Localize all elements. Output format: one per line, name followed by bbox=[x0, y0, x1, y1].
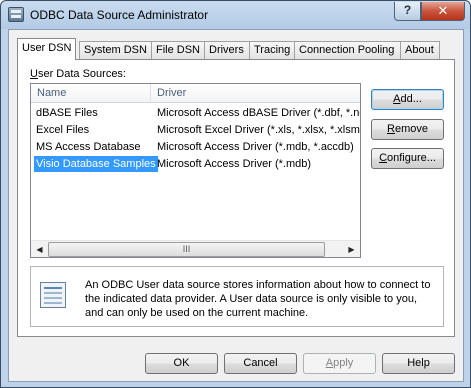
list-item-name: MS Access Database bbox=[36, 141, 141, 153]
scrollbar-grip-icon: III bbox=[182, 244, 191, 254]
user-dsn-panel: User Data Sources: Name Driver dBASE Fil… bbox=[17, 59, 455, 337]
user-data-sources-list[interactable]: Name Driver dBASE Files Microsoft Access… bbox=[30, 83, 361, 258]
configure-label: onfigure... bbox=[387, 152, 436, 164]
list-item-driver: Microsoft Excel Driver (*.xls, *.xlsx, *… bbox=[157, 124, 360, 136]
tab-user-dsn[interactable]: User DSN bbox=[17, 38, 76, 60]
list-item-driver: Microsoft Access dBASE Driver (*.dbf, *.… bbox=[157, 107, 360, 119]
odbc-dialog-window: ODBC Data Source Administrator ? ✕ User … bbox=[0, 0, 471, 388]
list-item-driver: Microsoft Access Driver (*.mdb) bbox=[157, 158, 312, 170]
tab-connection-pooling[interactable]: Connection Pooling bbox=[294, 41, 401, 59]
title-bar[interactable]: ODBC Data Source Administrator ? ✕ bbox=[1, 1, 470, 29]
label-text: ser Data Sources: bbox=[37, 68, 126, 80]
tab-file-dsn[interactable]: File DSN bbox=[151, 41, 205, 59]
add-label: dd... bbox=[400, 93, 422, 105]
apply-access-key: A bbox=[325, 357, 334, 369]
info-box: An ODBC User data source stores informat… bbox=[30, 266, 444, 327]
list-item-driver: Microsoft Access Driver (*.mdb, *.accdb) bbox=[157, 141, 354, 153]
scroll-right-arrow-icon[interactable]: ▶ bbox=[343, 241, 360, 257]
window-title: ODBC Data Source Administrator bbox=[30, 8, 209, 22]
scrollbar-thumb[interactable]: III bbox=[48, 242, 325, 257]
list-item-name: Excel Files bbox=[36, 124, 90, 136]
cancel-button[interactable]: Cancel bbox=[224, 353, 297, 374]
data-source-info-icon bbox=[40, 282, 66, 308]
list-item[interactable]: MS Access Database Microsoft Access Driv… bbox=[31, 139, 360, 155]
apply-label: pply bbox=[333, 357, 354, 369]
list-item-selected[interactable]: Visio Database Samples Microsoft Access … bbox=[31, 156, 360, 172]
ok-button[interactable]: OK bbox=[145, 353, 218, 374]
user-data-sources-label: User Data Sources: bbox=[30, 68, 126, 80]
dialog-client-area: User DSN System DSN File DSN Drivers Tra… bbox=[8, 29, 464, 382]
column-header-driver[interactable]: Driver bbox=[151, 84, 360, 103]
list-header: Name Driver bbox=[31, 84, 360, 103]
odbc-app-icon bbox=[8, 7, 24, 22]
remove-access-key: R bbox=[387, 123, 395, 135]
list-item-name: dBASE Files bbox=[36, 107, 98, 119]
tab-system-dsn[interactable]: System DSN bbox=[79, 41, 152, 59]
remove-label: emove bbox=[394, 123, 428, 135]
tab-about[interactable]: About bbox=[400, 41, 440, 59]
apply-button[interactable]: Apply bbox=[303, 353, 376, 374]
close-button[interactable]: ✕ bbox=[421, 2, 465, 21]
scroll-left-arrow-icon[interactable]: ◀ bbox=[31, 241, 48, 257]
add-button[interactable]: Add... bbox=[371, 89, 444, 110]
info-description: An ODBC User data source stores informat… bbox=[85, 279, 431, 319]
help-title-button[interactable]: ? bbox=[394, 2, 421, 21]
column-header-name[interactable]: Name bbox=[31, 84, 151, 103]
configure-access-key: C bbox=[379, 152, 388, 164]
horizontal-scrollbar[interactable]: ◀ III ▶ bbox=[31, 240, 360, 257]
list-item[interactable]: dBASE Files Microsoft Access dBASE Drive… bbox=[31, 105, 360, 121]
remove-button[interactable]: Remove bbox=[371, 119, 444, 140]
list-item-name: Visio Database Samples bbox=[34, 156, 158, 172]
tab-tracing[interactable]: Tracing bbox=[249, 41, 295, 59]
tab-drivers[interactable]: Drivers bbox=[204, 41, 250, 59]
list-item[interactable]: Excel Files Microsoft Excel Driver (*.xl… bbox=[31, 122, 360, 138]
help-button[interactable]: Help bbox=[382, 353, 455, 374]
label-access-key: U bbox=[30, 68, 38, 80]
configure-button[interactable]: Configure... bbox=[371, 148, 444, 169]
